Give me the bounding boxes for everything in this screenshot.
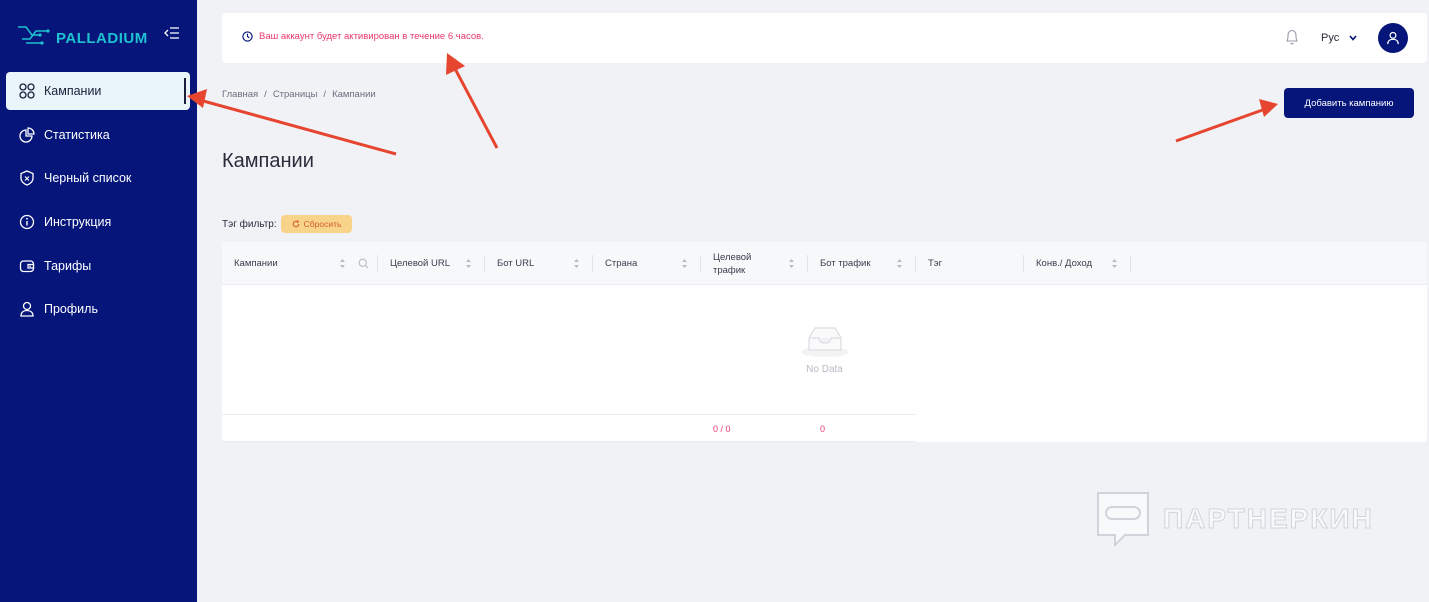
campaigns-table: Кампании Целевой URL Бот URL Страна Целе… xyxy=(222,242,1427,442)
sidebar-item-label: Инструкция xyxy=(44,215,112,230)
shield-icon xyxy=(18,169,36,187)
tag-filter: Тэг фильтр: Сбросить xyxy=(222,215,353,233)
pie-chart-icon xyxy=(18,126,36,144)
sort-icon[interactable] xyxy=(339,258,346,269)
column-header-campaigns[interactable]: Кампании xyxy=(234,242,354,285)
chevron-down-icon xyxy=(1349,35,1357,41)
table-header: Кампании Целевой URL Бот URL Страна Целе… xyxy=(222,242,1427,285)
user-icon xyxy=(18,300,36,318)
column-separator xyxy=(700,255,701,272)
column-label: Конв./ Доход xyxy=(1036,258,1093,269)
grid-circles-icon xyxy=(18,82,36,100)
sidebar-nav: Кампании Статистика Черный список Инстру… xyxy=(6,72,190,334)
column-header-target-url[interactable]: Целевой URL xyxy=(390,242,460,285)
user-icon xyxy=(1387,31,1399,45)
language-value: Рус xyxy=(1321,32,1340,44)
sidebar: PALLADIUM Кампании Статистика Черный спи… xyxy=(0,0,197,602)
column-separator xyxy=(1023,255,1024,272)
table-footer: 0 / 0 0 xyxy=(222,414,916,442)
column-label: Бот трафик xyxy=(820,258,871,269)
logo-circuit-icon xyxy=(18,25,50,45)
column-label: Целевой URL xyxy=(390,258,450,269)
footer-target-traffic: 0 / 0 xyxy=(713,424,731,434)
notice-text: Ваш аккаунт будет активирован в течение … xyxy=(259,31,484,42)
clock-icon xyxy=(242,31,253,42)
sidebar-item-label: Кампании xyxy=(44,84,102,98)
column-label: Страна xyxy=(605,258,638,269)
breadcrumb-current: Кампании xyxy=(332,89,376,100)
sort-icon[interactable] xyxy=(1111,258,1118,269)
wallet-icon xyxy=(18,257,36,275)
sidebar-item-statistics[interactable]: Статистика xyxy=(6,116,190,154)
sidebar-item-campaigns[interactable]: Кампании xyxy=(6,72,190,110)
logo[interactable]: PALLADIUM xyxy=(16,22,148,47)
sidebar-item-blacklist[interactable]: Черный список xyxy=(6,159,190,197)
column-header-bot-url[interactable]: Бот URL xyxy=(497,242,567,285)
add-campaign-button[interactable]: Добавить кампанию xyxy=(1284,88,1414,118)
sort-icon[interactable] xyxy=(681,258,688,269)
logo-text: PALLADIUM xyxy=(56,30,148,47)
tag-filter-label: Тэг фильтр: xyxy=(222,218,277,230)
breadcrumb-separator: / xyxy=(323,89,327,100)
topbar: Ваш аккаунт будет активирован в течение … xyxy=(222,13,1427,63)
no-data-text: No Data xyxy=(806,364,843,375)
arrow-to-add-button xyxy=(1175,106,1269,143)
language-select[interactable]: Рус xyxy=(1321,32,1357,44)
arrow-to-notice xyxy=(450,62,499,149)
watermark-text: ПАРТНЕРКИН xyxy=(1163,503,1374,535)
sort-icon[interactable] xyxy=(896,258,903,269)
sidebar-item-label: Тарифы xyxy=(44,258,92,273)
watermark: ПАРТНЕРКИН xyxy=(1095,490,1374,548)
sidebar-item-tariffs[interactable]: Тарифы xyxy=(6,247,190,285)
sort-icon[interactable] xyxy=(573,258,580,269)
column-header-tag[interactable]: Тэг xyxy=(928,242,1018,285)
footer-bot-traffic: 0 xyxy=(820,424,826,434)
search-icon[interactable] xyxy=(358,258,369,269)
refresh-icon xyxy=(292,220,299,228)
empty-inbox-icon xyxy=(800,327,849,357)
arrow-to-campaigns xyxy=(195,97,397,156)
column-separator xyxy=(377,255,378,272)
sidebar-item-label: Профиль xyxy=(44,302,98,317)
sidebar-item-label: Статистика xyxy=(44,127,110,142)
avatar[interactable] xyxy=(1378,23,1408,53)
sidebar-item-profile[interactable]: Профиль xyxy=(6,290,190,328)
column-label: Бот URL xyxy=(497,258,535,269)
column-separator xyxy=(1130,255,1131,272)
collapse-sidebar-icon[interactable] xyxy=(164,26,180,40)
activation-notice: Ваш аккаунт будет активирован в течение … xyxy=(242,31,484,42)
column-header-country[interactable]: Страна xyxy=(605,242,675,285)
page-title: Кампании xyxy=(222,150,314,172)
column-label: Кампании xyxy=(234,258,278,269)
column-separator xyxy=(807,255,808,272)
column-header-target-traffic[interactable]: Целевой трафик xyxy=(713,242,763,285)
info-icon xyxy=(18,213,36,231)
column-header-conversion-income[interactable]: Конв./ Доход xyxy=(1036,242,1116,285)
column-header-bot-traffic[interactable]: Бот трафик xyxy=(820,242,890,285)
reset-filter-button[interactable]: Сбросить xyxy=(280,215,353,233)
column-separator xyxy=(484,255,485,272)
breadcrumb-home[interactable]: Главная xyxy=(222,89,258,100)
reset-filter-label: Сбросить xyxy=(303,219,342,229)
breadcrumb: Главная / Страницы / Кампании xyxy=(222,89,376,100)
sort-icon[interactable] xyxy=(788,258,795,269)
sidebar-item-instructions[interactable]: Инструкция xyxy=(6,203,190,241)
watermark-logo-icon xyxy=(1097,492,1149,548)
column-separator xyxy=(915,255,916,272)
arrowhead xyxy=(1259,99,1278,117)
breadcrumb-pages[interactable]: Страницы xyxy=(273,89,318,100)
column-label: Тэг xyxy=(928,258,943,269)
column-label: Целевой трафик xyxy=(713,251,752,276)
empty-state: No Data xyxy=(222,285,1427,414)
sidebar-item-label: Черный список xyxy=(44,171,132,186)
breadcrumb-separator: / xyxy=(264,89,267,100)
column-separator xyxy=(592,255,593,272)
sort-icon[interactable] xyxy=(465,258,472,269)
bell-icon[interactable] xyxy=(1284,27,1300,47)
